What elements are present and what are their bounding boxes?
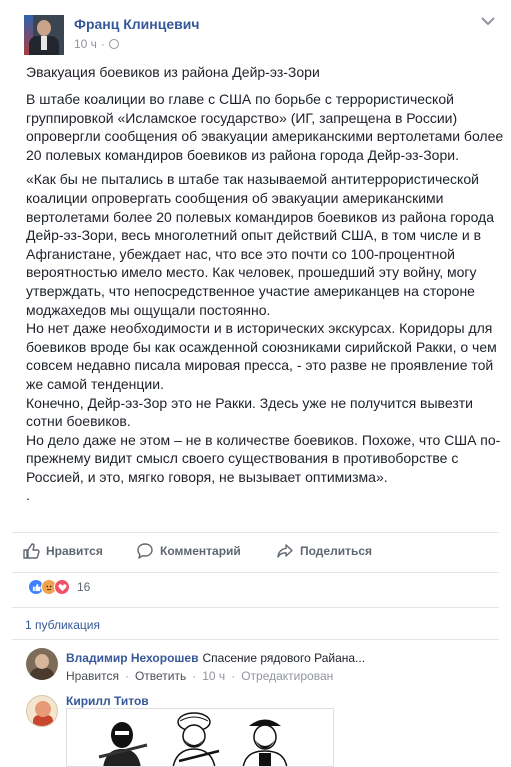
reactions-summary[interactable]: 16 bbox=[28, 579, 90, 595]
post-paragraph: В штабе коалиции во главе с США по борьб… bbox=[26, 91, 504, 163]
separator: · bbox=[124, 669, 129, 683]
globe-icon[interactable] bbox=[108, 39, 119, 49]
post-paragraph: . bbox=[26, 487, 30, 504]
post-paragraph: Но нет даже необходимости и в историческ… bbox=[26, 320, 497, 392]
figure-center bbox=[172, 712, 220, 766]
comment-like-link[interactable]: Нравится bbox=[66, 669, 119, 683]
author-name[interactable]: Франц Клинцевич bbox=[74, 16, 199, 32]
divider bbox=[12, 572, 499, 573]
comment-line: Владимир Нехорошев Спасение рядового Райа… bbox=[66, 651, 365, 665]
commenter-avatar[interactable] bbox=[26, 648, 58, 680]
comment-reply-link[interactable]: Ответить bbox=[135, 669, 186, 683]
share-label: Поделиться bbox=[300, 544, 373, 558]
commenter-avatar[interactable] bbox=[26, 695, 58, 727]
comment-line: Кирилл Титов bbox=[66, 694, 149, 708]
post-paragraph: Но дело даже не этом – не в количестве б… bbox=[26, 431, 501, 485]
post-meta: 10 ч · bbox=[74, 37, 119, 51]
divider bbox=[12, 607, 499, 608]
post-actions: Нравится Комментарий Поделиться bbox=[22, 540, 372, 562]
love-reaction-icon bbox=[54, 579, 70, 595]
comment-actions: Нравится · Ответить · 10 ч · Отредактиро… bbox=[66, 669, 333, 683]
meta-separator: · bbox=[100, 37, 105, 51]
comment-icon bbox=[136, 542, 154, 560]
figure-left bbox=[98, 722, 148, 766]
like-button[interactable]: Нравится bbox=[22, 540, 136, 562]
divider bbox=[12, 532, 499, 533]
post-title: Эвакуация боевиков из района Дейр-эз-Зор… bbox=[26, 64, 320, 80]
post-text: В штабе коалиции во главе с США по борьб… bbox=[26, 90, 508, 505]
comment-edited: Отредактирован bbox=[241, 669, 334, 683]
separator: · bbox=[231, 669, 236, 683]
commenter-name[interactable]: Владимир Нехорошев bbox=[66, 651, 198, 665]
divider bbox=[12, 639, 499, 640]
commenter-name[interactable]: Кирилл Титов bbox=[66, 694, 149, 708]
share-icon bbox=[276, 542, 294, 560]
chevron-down-icon[interactable] bbox=[479, 14, 497, 28]
comment-text: Спасение рядового Райана... bbox=[202, 651, 366, 665]
reaction-count[interactable]: 16 bbox=[77, 580, 90, 594]
comment-label: Комментарий bbox=[160, 544, 241, 558]
share-button[interactable]: Поделиться bbox=[276, 540, 372, 562]
post-card: Франц Клинцевич 10 ч · Эвакуация боевико… bbox=[0, 0, 511, 767]
post-time[interactable]: 10 ч bbox=[74, 37, 97, 51]
like-label: Нравится bbox=[46, 544, 103, 558]
post-paragraph: «Как бы не пытались в штабе так называем… bbox=[26, 171, 495, 318]
separator: · bbox=[192, 669, 197, 683]
comment-time[interactable]: 10 ч bbox=[202, 669, 225, 683]
author-avatar[interactable] bbox=[24, 15, 64, 55]
shares-link[interactable]: 1 публикация bbox=[25, 618, 100, 632]
comment-image[interactable] bbox=[66, 708, 334, 767]
comment-button[interactable]: Комментарий bbox=[136, 540, 276, 562]
post-paragraph: Конечно, Дейр-эз-Зор это не Ракки. Здесь… bbox=[26, 394, 473, 430]
figure-right bbox=[242, 719, 288, 766]
thumbs-up-icon bbox=[22, 542, 40, 560]
